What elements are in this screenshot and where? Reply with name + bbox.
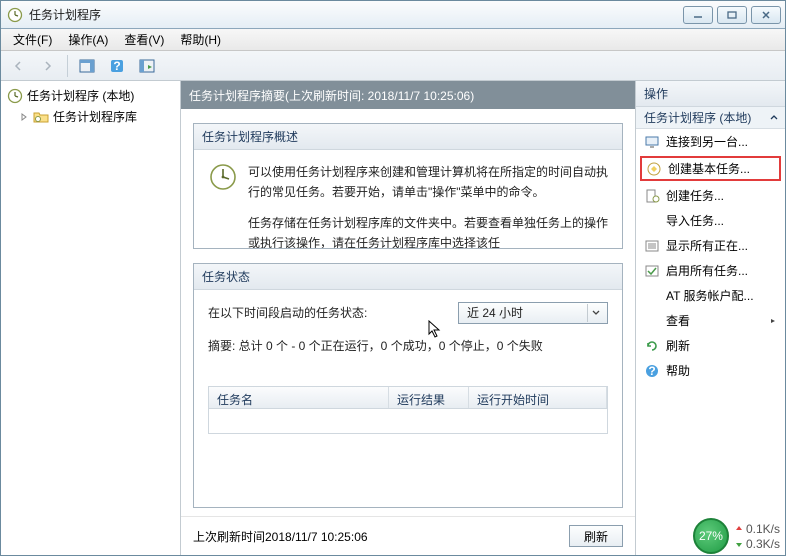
dropdown-arrow-icon (587, 304, 603, 322)
toolbar: ? (1, 51, 785, 81)
action-create-basic-label: 创建基本任务... (668, 160, 750, 177)
main-panel: 任务计划程序摘要(上次刷新时间: 2018/11/7 10:25:06) 任务计… (181, 81, 635, 555)
refresh-button[interactable]: 刷新 (569, 525, 623, 547)
navigation-tree: 任务计划程序 (本地) 任务计划程序库 (1, 81, 181, 555)
help-button[interactable]: ? (104, 55, 130, 77)
console-tree-button[interactable] (134, 55, 160, 77)
main-header-text: 任务计划程序摘要(上次刷新时间: 2018/11/7 10:25:06) (189, 87, 474, 104)
menu-action[interactable]: 操作(A) (60, 29, 116, 50)
close-button[interactable] (751, 6, 781, 24)
menubar: 文件(F) 操作(A) 查看(V) 帮助(H) (1, 29, 785, 51)
upload-arrow-icon (735, 525, 743, 533)
action-create-task-label: 创建任务... (666, 187, 724, 204)
status-group: 任务状态 在以下时间段启动的任务状态: 近 24 小时 摘要: 总计 0 个 -… (193, 263, 623, 508)
clock-icon (7, 88, 23, 104)
menu-file[interactable]: 文件(F) (5, 29, 60, 50)
main-header: 任务计划程序摘要(上次刷新时间: 2018/11/7 10:25:06) (181, 81, 635, 109)
list-icon (644, 238, 660, 254)
actions-subheader: 任务计划程序 (本地) (636, 107, 785, 129)
overview-title: 任务计划程序概述 (194, 124, 622, 150)
back-button[interactable] (5, 55, 31, 77)
overview-group: 任务计划程序概述 可以使用任务计划程序来创建和管理计算机将在所指定的时间自动执行… (193, 123, 623, 249)
action-create-task[interactable]: 创建任务... (636, 183, 785, 208)
toolbar-separator (67, 55, 68, 77)
actions-panel: 操作 任务计划程序 (本地) 连接到另一台... 创建基本任务... 创建任务.… (635, 81, 785, 555)
network-monitor-overlay[interactable]: 27% 0.1K/s 0.3K/s (693, 518, 780, 554)
action-at-service[interactable]: AT 服务帐户配... (636, 283, 785, 308)
main-footer: 上次刷新时间2018/11/7 10:25:06 刷新 (181, 516, 635, 555)
tree-library-label: 任务计划程序库 (53, 108, 137, 125)
actions-subheader-label: 任务计划程序 (本地) (644, 109, 751, 126)
history-icon (644, 263, 660, 279)
submenu-arrow-icon (769, 317, 777, 325)
time-range-dropdown[interactable]: 近 24 小时 (458, 302, 608, 324)
action-show-running[interactable]: 显示所有正在... (636, 233, 785, 258)
tree-root[interactable]: 任务计划程序 (本地) (3, 85, 178, 106)
action-pane-button[interactable] (74, 55, 100, 77)
cpu-percent-value: 27% (699, 529, 723, 543)
action-enable-history[interactable]: 启用所有任务... (636, 258, 785, 283)
network-speed-block: 0.1K/s 0.3K/s (735, 522, 780, 551)
app-icon (7, 7, 23, 23)
action-refresh-label: 刷新 (666, 337, 690, 354)
forward-button[interactable] (35, 55, 61, 77)
status-title: 任务状态 (194, 264, 622, 290)
menu-help[interactable]: 帮助(H) (172, 29, 229, 50)
svg-text:?: ? (648, 364, 655, 378)
computer-icon (644, 134, 660, 150)
blank-icon (644, 313, 660, 329)
last-refresh-label: 上次刷新时间2018/11/7 10:25:06 (193, 528, 368, 545)
action-refresh[interactable]: 刷新 (636, 333, 785, 358)
actions-header: 操作 (636, 81, 785, 107)
status-label: 在以下时间段启动的任务状态: (208, 303, 367, 323)
col-start-time[interactable]: 运行开始时间 (469, 387, 607, 408)
main-body: 任务计划程序概述 可以使用任务计划程序来创建和管理计算机将在所指定的时间自动执行… (181, 109, 635, 516)
action-connect[interactable]: 连接到另一台... (636, 129, 785, 154)
action-show-running-label: 显示所有正在... (666, 237, 748, 254)
col-task-name[interactable]: 任务名 (209, 387, 389, 408)
tree-root-label: 任务计划程序 (本地) (27, 87, 134, 104)
app-window: 任务计划程序 文件(F) 操作(A) 查看(V) 帮助(H) ? 任务计划程序 … (0, 0, 786, 556)
action-help-label: 帮助 (666, 362, 690, 379)
overview-p2: 任务存储在任务计划程序库的文件夹中。若要查看单独任务上的操作或执行该操作，请在任… (248, 213, 608, 248)
task-icon (644, 188, 660, 204)
wizard-icon (646, 161, 662, 177)
action-import[interactable]: 导入任务... (636, 208, 785, 233)
blank-icon (644, 288, 660, 304)
blank-icon (644, 213, 660, 229)
status-summary: 摘要: 总计 0 个 - 0 个正在运行，0 个成功，0 个停止，0 个失败 (208, 336, 608, 356)
expand-icon[interactable] (19, 112, 29, 122)
action-create-basic-task[interactable]: 创建基本任务... (640, 156, 781, 181)
content-area: 任务计划程序 (本地) 任务计划程序库 任务计划程序摘要(上次刷新时间: 201… (1, 81, 785, 555)
col-run-result[interactable]: 运行结果 (389, 387, 469, 408)
refresh-button-label: 刷新 (584, 528, 608, 545)
download-speed: 0.3K/s (746, 537, 780, 551)
help-icon: ? (644, 363, 660, 379)
window-title: 任务计划程序 (29, 6, 683, 23)
minimize-button[interactable] (683, 6, 713, 24)
download-arrow-icon (735, 540, 743, 548)
refresh-icon (644, 338, 660, 354)
action-at-service-label: AT 服务帐户配... (666, 287, 754, 304)
action-import-label: 导入任务... (666, 212, 724, 229)
titlebar: 任务计划程序 (1, 1, 785, 29)
task-grid[interactable]: 任务名 运行结果 运行开始时间 (208, 386, 608, 434)
upload-speed: 0.1K/s (746, 522, 780, 536)
cpu-percent-circle[interactable]: 27% (693, 518, 729, 554)
overview-p1: 可以使用任务计划程序来创建和管理计算机将在所指定的时间自动执行的常见任务。若要开… (248, 162, 608, 203)
overview-clock-icon (208, 162, 238, 192)
action-help[interactable]: ? 帮助 (636, 358, 785, 383)
tree-library[interactable]: 任务计划程序库 (3, 106, 178, 127)
folder-icon (33, 109, 49, 125)
action-connect-label: 连接到另一台... (666, 133, 748, 150)
svg-text:?: ? (113, 59, 120, 73)
time-range-value: 近 24 小时 (467, 303, 587, 323)
maximize-button[interactable] (717, 6, 747, 24)
menu-view[interactable]: 查看(V) (116, 29, 172, 50)
collapse-icon[interactable] (769, 113, 779, 123)
action-view[interactable]: 查看 (636, 308, 785, 333)
action-enable-history-label: 启用所有任务... (666, 262, 748, 279)
action-view-label: 查看 (666, 312, 690, 329)
